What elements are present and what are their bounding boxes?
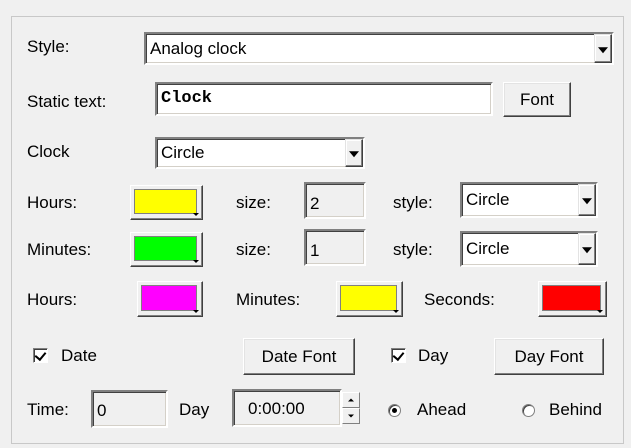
hours-hand-label: Hours: <box>27 193 78 212</box>
minutes-hand-color-button[interactable] <box>130 232 203 267</box>
minutes-size-input[interactable]: 1 <box>304 229 366 266</box>
clock-label: Clock <box>27 142 70 161</box>
date-checkmark-icon <box>34 348 47 362</box>
behind-radio[interactable] <box>522 404 535 417</box>
static-text-input[interactable]: Clock <box>155 82 493 116</box>
chevron-down-icon <box>349 151 359 158</box>
chevron-down-icon <box>582 247 592 254</box>
behind-radio-label[interactable]: Behind <box>549 400 602 420</box>
minutes-style-value: Circle <box>466 239 510 258</box>
dropdown-arrow-icon <box>393 310 399 313</box>
minutes-color-swatch <box>340 285 397 311</box>
clock-shape-select[interactable]: Circle <box>155 137 365 169</box>
day-checkmark-icon <box>392 348 405 362</box>
hours-color-button[interactable] <box>137 281 203 317</box>
hours-style-select[interactable]: Circle <box>460 182 598 218</box>
hours-size-label: size: <box>236 193 271 212</box>
static-text-label: Static text: <box>27 92 107 111</box>
hours-size-value: 2 <box>310 194 320 213</box>
radio-selected-dot <box>392 408 397 413</box>
font-button[interactable]: Font <box>503 82 571 117</box>
hours-size-input[interactable]: 2 <box>304 182 366 219</box>
spinner-up-button[interactable] <box>342 392 360 408</box>
ahead-radio[interactable] <box>388 404 401 417</box>
date-checkbox[interactable] <box>33 348 48 363</box>
dropdown-arrow-icon <box>193 260 199 263</box>
static-text-value: Clock <box>161 89 213 108</box>
time-offset-spinner[interactable] <box>342 392 360 424</box>
style-label: Style: <box>27 37 70 56</box>
minutes-style-dropdown-button[interactable] <box>578 233 596 265</box>
ahead-radio-label[interactable]: Ahead <box>417 400 466 420</box>
chevron-down-icon <box>598 46 608 53</box>
dropdown-arrow-icon <box>193 213 199 216</box>
arrow-down-icon <box>348 414 354 418</box>
date-checkbox-label[interactable]: Date <box>61 346 97 366</box>
style-dropdown-button[interactable] <box>594 34 612 63</box>
seconds-color-swatch <box>542 285 601 311</box>
hours-style-dropdown-button[interactable] <box>578 184 596 216</box>
hours-color-swatch <box>141 285 197 311</box>
font-button-label: Font <box>519 89 555 109</box>
day-offset-label: Day <box>179 400 210 419</box>
day-checkbox-label[interactable]: Day <box>418 346 448 366</box>
day-font-button[interactable]: Day Font <box>494 338 604 375</box>
minutes-hand-label: Minutes: <box>27 240 92 259</box>
minutes-size-label: size: <box>236 240 271 259</box>
dropdown-arrow-icon <box>597 310 603 313</box>
time-input[interactable]: 0 <box>91 390 168 428</box>
hours-hand-color-button[interactable] <box>130 185 203 220</box>
style-select-value: Analog clock <box>150 38 247 58</box>
date-font-button[interactable]: Date Font <box>243 338 355 375</box>
day-checkbox[interactable] <box>391 348 406 363</box>
dropdown-arrow-icon <box>193 310 199 313</box>
style-select[interactable]: Analog clock <box>144 32 614 65</box>
time-input-value: 0 <box>97 401 107 420</box>
time-label: Time: <box>27 400 69 419</box>
minutes-color-button[interactable] <box>336 281 403 317</box>
hours-hand-color-swatch <box>134 189 197 214</box>
day-font-button-label: Day Font <box>514 346 584 366</box>
seconds-color-label: Seconds: <box>424 290 495 309</box>
minutes-style-select[interactable]: Circle <box>460 231 598 267</box>
minutes-style-label: style: <box>393 240 433 259</box>
date-font-button-label: Date Font <box>261 346 337 366</box>
hours-color-label: Hours: <box>27 290 78 309</box>
spinner-down-button[interactable] <box>342 408 360 424</box>
clock-shape-dropdown-button[interactable] <box>345 139 363 167</box>
arrow-up-icon <box>348 398 354 402</box>
minutes-size-value: 1 <box>310 241 320 260</box>
clock-shape-value: Circle <box>161 143 205 162</box>
time-offset-value: 0:00:00 <box>248 399 305 418</box>
top-strip <box>0 0 631 16</box>
hours-style-value: Circle <box>466 190 510 209</box>
hours-style-label: style: <box>393 193 433 212</box>
time-offset-input[interactable]: 0:00:00 <box>232 389 342 427</box>
seconds-color-button[interactable] <box>538 281 607 317</box>
minutes-hand-color-swatch <box>134 236 197 261</box>
chevron-down-icon <box>582 198 592 205</box>
minutes-color-label: Minutes: <box>236 290 301 309</box>
